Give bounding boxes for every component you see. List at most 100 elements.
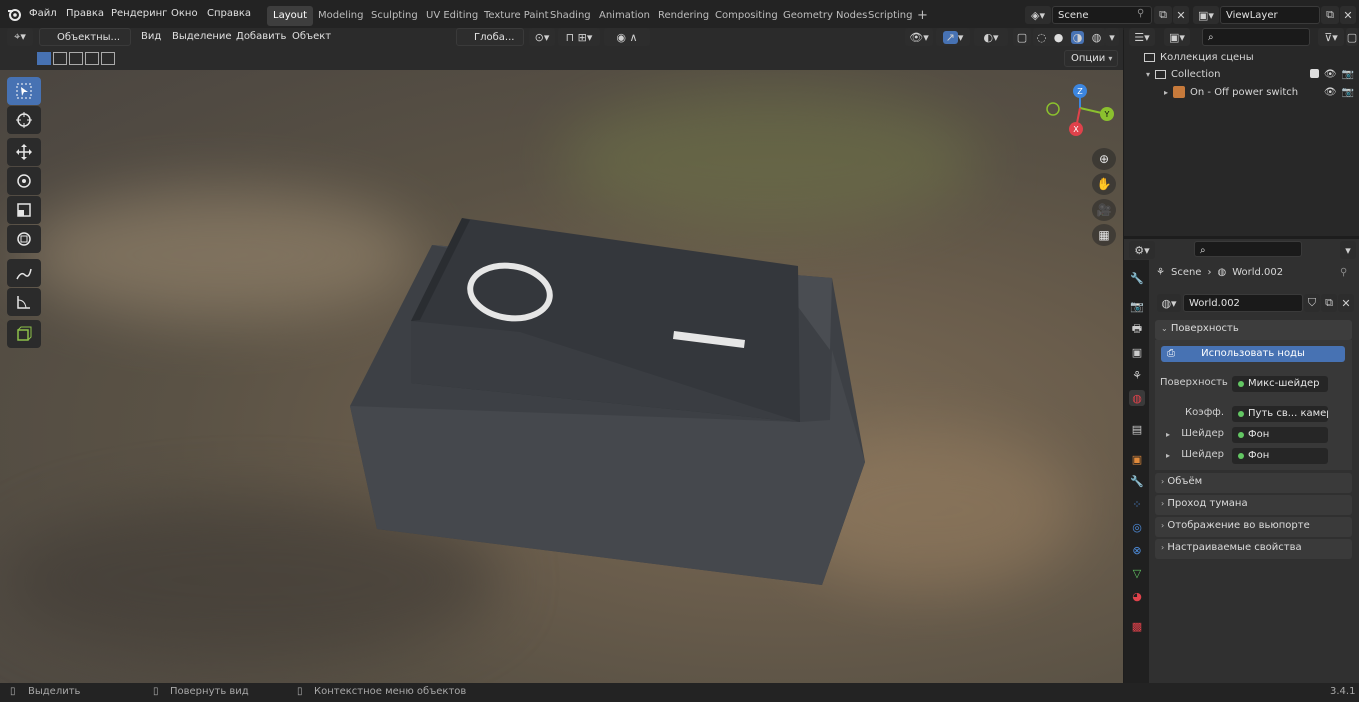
material-shading-icon[interactable]: ◑ [1070, 30, 1085, 44]
collection-tab-icon[interactable]: ▤ [1129, 421, 1145, 437]
factor-field[interactable]: Путь св... камеры [1232, 406, 1328, 422]
object-camera-render-icon[interactable]: 📷 [1342, 87, 1354, 98]
menu-object[interactable]: Объект [292, 31, 331, 42]
filter-icon[interactable]: ⊽▾ [1318, 28, 1344, 46]
move-tool[interactable] [7, 138, 41, 166]
menu-select[interactable]: Выделение [172, 31, 232, 42]
tab-rendering[interactable]: Rendering [652, 6, 715, 26]
fake-user-icon[interactable]: ⛉ [1304, 294, 1320, 312]
perspective-grid-icon[interactable]: ▦ [1092, 224, 1116, 246]
menu-file[interactable]: Файл [29, 8, 57, 19]
new-world-icon[interactable]: ⧉ [1321, 294, 1337, 312]
texture-tab-icon[interactable]: ▩ [1129, 618, 1145, 634]
mist-pass-panel-header[interactable]: › Проход тумана [1155, 495, 1352, 515]
menu-view[interactable]: Вид [141, 31, 161, 42]
editor-type-icon[interactable]: ⌖▾ [7, 28, 33, 46]
eye-icon[interactable]: 👁 [1324, 69, 1337, 80]
gizmo-toggle-icon[interactable]: ↗ ▾ [936, 28, 970, 46]
tab-layout[interactable]: Layout [267, 6, 313, 26]
add-cube-tool[interactable] [7, 320, 41, 348]
pivot-icon[interactable]: ⊙▾ [529, 28, 555, 46]
3d-viewport[interactable]: Z Y X ⊕ ✋ 🎥 ▦ [0, 70, 1123, 683]
use-nodes-button[interactable]: ⎙ Использовать ноды [1161, 346, 1345, 362]
delete-viewlayer-icon[interactable]: ✕ [1340, 6, 1356, 24]
tab-scripting[interactable]: Scripting [862, 6, 918, 26]
pin-icon[interactable]: ⚲ [1137, 8, 1144, 19]
visibility-icon[interactable]: 👁▾ [905, 28, 933, 46]
camera-render-icon[interactable]: 📷 [1342, 69, 1354, 80]
select-intersect-icon[interactable] [101, 52, 115, 65]
unlink-world-icon[interactable]: ✕ [1338, 294, 1354, 312]
collection-row[interactable]: ▾ Collection 👁 📷 [1146, 69, 1354, 80]
new-viewlayer-icon[interactable]: ⧉ [1321, 6, 1339, 24]
props-pin-icon[interactable]: ⚲ [1340, 267, 1347, 278]
select-subtract-icon[interactable] [69, 52, 83, 65]
wireframe-shading-icon[interactable]: ◌ [1037, 31, 1047, 44]
zoom-icon[interactable]: ⊕ [1092, 148, 1116, 170]
tab-sculpting[interactable]: Sculpting [365, 6, 424, 26]
tab-compositing[interactable]: Compositing [709, 6, 784, 26]
surface-panel-header[interactable]: ⌄ Поверхность [1155, 320, 1352, 340]
tab-animation[interactable]: Animation [593, 6, 656, 26]
overlay-icon[interactable]: ◐▾ [974, 28, 1008, 46]
scene-collection-row[interactable]: Коллекция сцены [1144, 52, 1254, 63]
select-box-tool[interactable] [7, 77, 41, 105]
render-tab-icon[interactable]: 📷 [1129, 298, 1145, 314]
solid-shading-icon[interactable]: ● [1054, 31, 1064, 44]
orientation-selector[interactable]: Глоба... [456, 28, 524, 46]
volume-panel-header[interactable]: › Объём [1155, 473, 1352, 493]
menu-render[interactable]: Рендеринг [111, 8, 167, 19]
tool-tab-icon[interactable]: 🔧 [1129, 270, 1145, 286]
surface-shader-field[interactable]: Микс-шейдер [1232, 376, 1328, 392]
props-search-input[interactable]: ⌕ [1194, 241, 1302, 257]
world-tab-icon[interactable]: ◍ [1129, 390, 1145, 406]
props-editor-type-icon[interactable]: ⚙▾ [1129, 241, 1155, 259]
particles-tab-icon[interactable]: ⁘ [1129, 496, 1145, 512]
menu-help[interactable]: Справка [207, 8, 251, 19]
xray-icon[interactable]: ▢ [1013, 28, 1031, 46]
delete-scene-icon[interactable]: ✕ [1173, 6, 1189, 24]
shading-modes[interactable]: ◌ ● ◑ ◍ [1033, 28, 1105, 46]
tab-modeling[interactable]: Modeling [312, 6, 370, 26]
collection-expand-icon[interactable]: ▾ [1146, 70, 1150, 79]
scene-selector-icon[interactable]: ◈▾ [1025, 6, 1051, 24]
camera-view-icon[interactable]: 🎥 [1092, 199, 1116, 221]
output-tab-icon[interactable]: 🖶 [1129, 321, 1145, 337]
blender-logo-icon[interactable] [7, 7, 21, 21]
object-eye-icon[interactable]: 👁 [1324, 87, 1337, 98]
select-extend-icon[interactable] [53, 52, 67, 65]
tab-shading[interactable]: Shading [544, 6, 597, 26]
object-row[interactable]: ▸ On - Off power switch 👁 📷 [1164, 86, 1354, 98]
custom-properties-panel-header[interactable]: › Настраиваемые свойства [1155, 539, 1352, 559]
rendered-shading-icon[interactable]: ◍ [1092, 31, 1102, 44]
annotate-tool[interactable] [7, 259, 41, 287]
menu-add[interactable]: Добавить [236, 31, 286, 42]
modifier-tab-icon[interactable]: 🔧 [1129, 473, 1145, 489]
display-mode-icon[interactable]: ▣▾ [1164, 28, 1190, 46]
world-name-field[interactable]: World.002 [1183, 294, 1303, 312]
menu-edit[interactable]: Правка [66, 8, 104, 19]
cursor-tool[interactable] [7, 106, 41, 134]
shader1-field[interactable]: Фон [1232, 427, 1328, 443]
navigation-gizmo[interactable]: Z Y X [1040, 80, 1120, 140]
physics-tab-icon[interactable]: ◎ [1129, 519, 1145, 535]
constraints-tab-icon[interactable]: ⊗ [1129, 542, 1145, 558]
exclude-checkbox[interactable] [1309, 69, 1319, 78]
material-tab-icon[interactable]: ◕ [1129, 588, 1145, 604]
mode-selector[interactable]: Объектны... [39, 28, 131, 46]
world-browse-icon[interactable]: ◍▾ [1157, 294, 1181, 312]
outliner-editor-type-icon[interactable]: ☰▾ [1129, 28, 1155, 46]
transform-tool[interactable] [7, 225, 41, 253]
proportional-edit-icon[interactable]: ◉ ∧ [604, 28, 650, 46]
menu-window[interactable]: Окно [171, 8, 198, 19]
options-dropdown[interactable]: Опции ▾ [1064, 50, 1118, 67]
rotate-tool[interactable] [7, 167, 41, 195]
select-set-icon[interactable] [37, 52, 51, 65]
viewlayer-icon[interactable]: ▣▾ [1193, 6, 1219, 24]
viewlayer-name-field[interactable]: ViewLayer [1220, 6, 1320, 24]
add-workspace-button[interactable]: + [911, 4, 934, 24]
new-collection-icon[interactable]: ▢ [1346, 28, 1358, 46]
select-invert-icon[interactable] [85, 52, 99, 65]
tab-geometry-nodes[interactable]: Geometry Nodes [777, 6, 873, 26]
snap-icon[interactable]: ⊓ ⊞▾ [558, 28, 600, 46]
